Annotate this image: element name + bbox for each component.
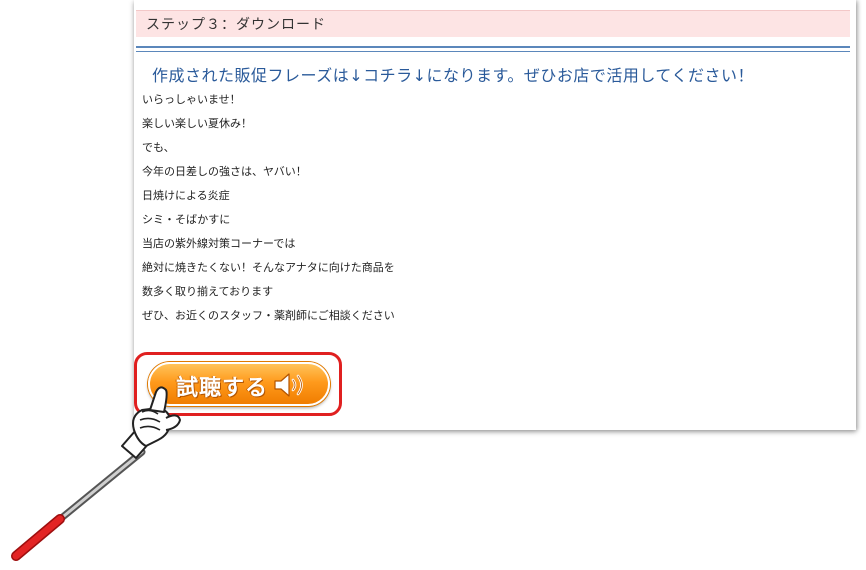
pointing-hand-icon (11, 386, 181, 561)
phrase-line: ぜひ、お近くのスタッフ・薬剤師にご相談ください (142, 309, 395, 322)
stage: ステップ３：ダウンロード 作成された販促フレーズは↓コチラ↓になります。ぜひお店… (0, 0, 866, 570)
phrase-line: 今年の日差しの強さは、ヤバい！ (142, 165, 307, 178)
result-headline: 作成された販促フレーズは↓コチラ↓になります。ぜひお店で活用してください！ (152, 66, 754, 85)
step-title: ステップ３：ダウンロード (146, 17, 326, 33)
speaker-icon (274, 373, 303, 397)
divider-top (136, 46, 850, 48)
phrase-line: 日焼けによる炎症 (142, 189, 230, 202)
phrase-line: シミ・そばかすに (142, 213, 231, 226)
phrase-line: 絶対に焼きたくない！そんなアナタに向けた商品を (142, 261, 395, 274)
phrase-line: いらっしゃいませ！ (142, 93, 241, 106)
phrase-line: 当店の紫外線対策コーナーでは (142, 237, 296, 250)
phrase-list: いらっしゃいませ！ 楽しい楽しい夏休み！ でも、 今年の日差しの強さは、ヤバい！… (142, 90, 395, 330)
phrase-line: 楽しい楽しい夏休み！ (142, 117, 252, 130)
phrase-line: でも、 (142, 141, 175, 154)
step-header: ステップ３：ダウンロード (136, 10, 850, 37)
phrase-line: 数多く取り揃えております (142, 285, 274, 298)
divider-bottom (136, 51, 850, 52)
